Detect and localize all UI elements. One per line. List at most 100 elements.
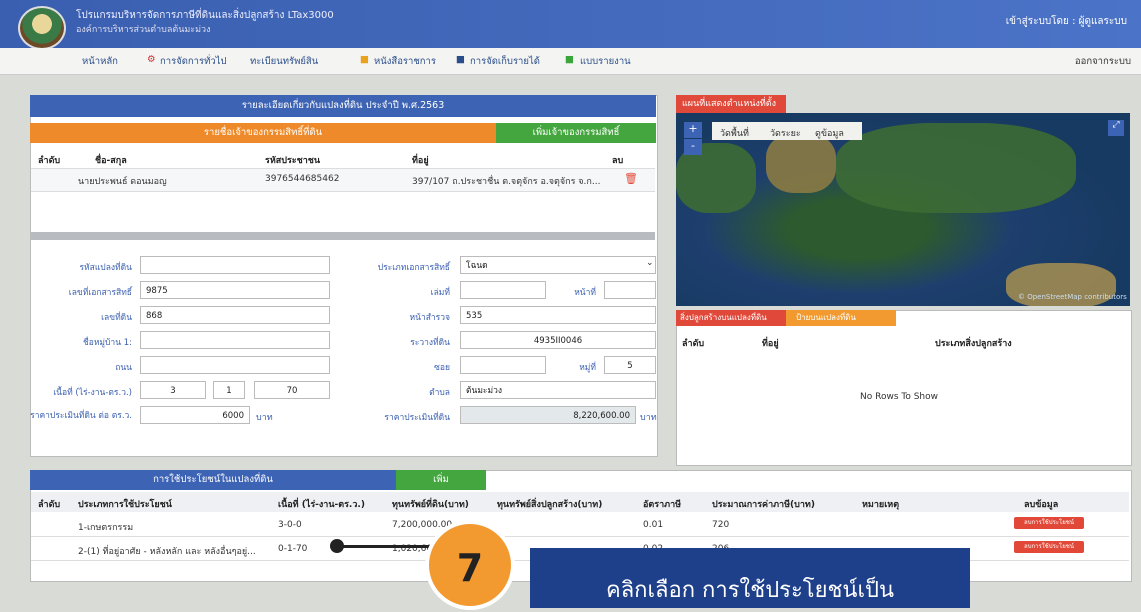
ucol-tax: ประมาณการค่าภาษี(บาท) xyxy=(712,500,815,510)
ucol-note: หมายเหตุ xyxy=(862,500,900,510)
price-label: ราคาประเมินที่ดิน ต่อ ตร.ว. xyxy=(30,411,132,421)
main-nav: หน้าหลัก ⚙ การจัดการทั่วไป ทะเบียนทรัพย์… xyxy=(0,48,1141,75)
nav-general[interactable]: การจัดการทั่วไป xyxy=(160,54,227,69)
col-name: ชื่อ-สกุล xyxy=(95,156,127,166)
road-label: ถนน xyxy=(115,363,132,373)
doc-type-select[interactable]: โฉนด xyxy=(460,256,656,274)
appraisal-unit: บาท xyxy=(640,413,657,423)
delete-usage-button[interactable]: ลบการใช้ประโยชน์ xyxy=(1014,517,1084,529)
ucol-area: เนื้อที่ (ไร่-งาน-ตร.ว.) xyxy=(278,500,365,510)
bcol-type: ประเภทสิ่งปลูกสร้าง xyxy=(935,339,1012,349)
parcel-panel xyxy=(30,95,658,457)
tambon-select[interactable]: ต้นมะม่วง xyxy=(460,381,656,399)
app-title: โปรแกรมบริหารจัดการภาษีที่ดินและสิ่งปลูก… xyxy=(76,10,334,21)
ucol-land-cap: ทุนทรัพย์ที่ดิน(บาท) xyxy=(392,500,469,510)
add-owner-button[interactable]: เพิ่มเจ้าของกรรมสิทธิ์ xyxy=(496,123,656,143)
ucol-bld-cap: ทุนทรัพย์สิ่งปลูกสร้าง(บาท) xyxy=(497,500,603,510)
survey-label: หน้าสำรวจ xyxy=(409,313,450,323)
ucol-type: ประเภทการใช้ประโยชน์ xyxy=(78,500,172,510)
area-label: เนื้อที่ (ไร่-งาน-ตร.ว.) xyxy=(53,388,132,398)
land-no-input[interactable]: 868 xyxy=(140,306,330,324)
ucol-delete: ลบข้อมูล xyxy=(1024,500,1059,510)
ngan-input[interactable]: 1 xyxy=(213,381,245,399)
zoom-in-button[interactable]: + xyxy=(684,122,702,138)
usage-tax: 720 xyxy=(712,520,730,530)
col-id: รหัสประชาชน xyxy=(265,156,321,166)
nav-tax[interactable]: การจัดเก็บรายได้ xyxy=(470,54,540,69)
soi-label: ซอย xyxy=(434,363,450,373)
usage-type: 2-(1) ที่อยู่อาศัย - หลังหลัก และ หลังอื… xyxy=(78,547,256,557)
col-delete: ลบ xyxy=(612,156,624,166)
delete-usage-button[interactable]: ลบการใช้ประโยชน์ xyxy=(1014,541,1084,553)
buildings-panel xyxy=(676,310,1132,466)
nav-registry[interactable]: ทะเบียนทรัพย์สิน xyxy=(250,54,318,69)
nav-reports[interactable]: แบบรายงาน xyxy=(580,54,631,69)
price-input[interactable]: 6000 xyxy=(140,406,250,424)
report-icon: ■ xyxy=(565,54,574,65)
usage-type: 1-เกษตรกรรม xyxy=(78,523,134,533)
chevron-down-icon: ⌄ xyxy=(646,258,654,268)
moo-input[interactable]: 5 xyxy=(604,356,656,374)
page-label: หน้าที่ xyxy=(574,288,596,298)
tax-icon: ■ xyxy=(456,54,465,65)
logout-link[interactable]: ออกจากระบบ xyxy=(1075,54,1131,69)
page-input[interactable] xyxy=(604,281,656,299)
gear-icon: ⚙ xyxy=(147,54,156,65)
appraisal-value: 8,220,600.00 xyxy=(460,406,636,424)
road-input[interactable] xyxy=(140,356,330,374)
doc-type-label: ประเภทเอกสารสิทธิ์ xyxy=(377,263,450,273)
map-credit: © OpenStreetMap contributors xyxy=(1018,293,1127,301)
nav-home[interactable]: หน้าหลัก xyxy=(82,54,118,69)
parcel-code-label: รหัสแปลงที่ดิน xyxy=(79,263,132,273)
callout-dot xyxy=(330,539,344,553)
zoom-out-button[interactable]: - xyxy=(684,139,702,155)
owner-name: นายประพนธ์ ดอนมอญ xyxy=(78,177,167,187)
coord-label: ระวางที่ดิน xyxy=(410,338,450,348)
doc-no-input[interactable]: 9875 xyxy=(140,281,330,299)
survey-input[interactable]: 535 xyxy=(460,306,656,324)
map-header: แผนที่แสดงตำแหน่งที่ตั้ง xyxy=(676,95,786,113)
owner-id: 3976544685462 xyxy=(265,174,340,184)
fullscreen-icon[interactable]: ⤢ xyxy=(1108,120,1124,136)
empty-message: No Rows To Show xyxy=(860,392,938,402)
org-logo xyxy=(18,6,66,50)
village-input[interactable] xyxy=(140,331,330,349)
owners-header: รายชื่อเจ้าของกรรมสิทธิ์ที่ดิน xyxy=(30,123,496,143)
parcel-code-input[interactable] xyxy=(140,256,330,274)
tab-signs[interactable]: ป้ายบนแปลงที่ดิน xyxy=(786,310,896,326)
book-input[interactable] xyxy=(460,281,546,299)
map-view[interactable] xyxy=(676,113,1130,306)
map-tab-info[interactable]: ดูข้อมูล xyxy=(815,126,844,140)
tab-buildings[interactable]: สิ่งปลูกสร้างบนแปลงที่ดิน xyxy=(676,310,786,326)
usage-area: 3-0-0 xyxy=(278,520,302,530)
nav-docs[interactable]: หนังสือราชการ xyxy=(374,54,436,69)
map-tab-distance[interactable]: วัดระยะ xyxy=(770,126,801,140)
callout-pointer xyxy=(336,545,436,548)
callout-text: คลิกเลือก การใช้ประโยชน์เป็น xyxy=(605,578,894,603)
ucol-seq: ลำดับ xyxy=(38,500,61,510)
bcol-addr: ที่อยู่ xyxy=(762,339,779,349)
trash-icon[interactable]: 🗑 xyxy=(624,172,638,185)
add-usage-button[interactable]: เพิ่ม xyxy=(396,470,486,490)
ucol-rate: อัตราภาษี xyxy=(643,500,682,510)
wa-input[interactable]: 70 xyxy=(254,381,330,399)
coord-input[interactable]: 4935II0046 xyxy=(460,331,656,349)
table-row[interactable] xyxy=(31,514,1129,537)
col-seq: ลำดับ xyxy=(38,156,61,166)
rai-input[interactable]: 3 xyxy=(140,381,206,399)
bcol-seq: ลำดับ xyxy=(682,339,705,349)
usage-area: 0-1-70 xyxy=(278,544,308,554)
parcel-header: รายละเอียดเกี่ยวกับแปลงที่ดิน ประจำปี พ.… xyxy=(30,95,656,117)
horizontal-scrollbar[interactable] xyxy=(31,232,655,240)
soi-input[interactable] xyxy=(460,356,546,374)
book-label: เล่มที่ xyxy=(430,288,450,298)
doc-no-label: เลขที่เอกสารสิทธิ์ xyxy=(68,288,132,298)
org-name: องค์การบริหารส่วนตำบลต้นมะม่วง xyxy=(76,25,211,35)
usage-header: การใช้ประโยชน์ในแปลงที่ดิน xyxy=(30,470,396,490)
map-tab-area[interactable]: วัดพื้นที่ xyxy=(720,126,749,140)
usage-rate: 0.01 xyxy=(643,520,664,530)
owner-address: 397/107 ถ.ประชาชื่น ต.จตุจักร อ.จตุจักร … xyxy=(412,177,601,187)
village-label: ชื่อหมู่บ้าน 1: xyxy=(82,338,132,348)
doc-icon: ■ xyxy=(360,54,369,65)
callout-banner: คลิกเลือก การใช้ประโยชน์เป็น xyxy=(530,548,970,608)
